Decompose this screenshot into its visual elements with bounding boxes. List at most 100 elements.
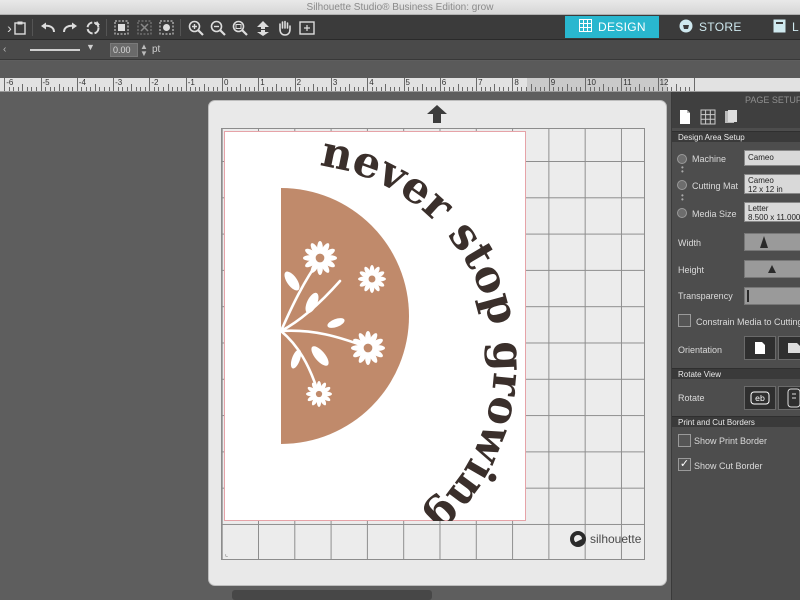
ruler-tick xyxy=(358,87,360,91)
line-style-sample[interactable] xyxy=(30,49,80,51)
compound-path-icon[interactable] xyxy=(157,18,176,37)
slider-thumb-icon[interactable] xyxy=(767,263,777,275)
show-cut-border-checkbox[interactable]: ✓ xyxy=(678,458,691,471)
orientation-landscape-button[interactable] xyxy=(778,336,800,360)
rotate-label: Rotate xyxy=(678,393,705,403)
ruler-tick xyxy=(35,87,37,91)
zoom-out-icon[interactable] xyxy=(208,18,227,37)
ruler-tick xyxy=(448,87,450,91)
redraw-icon[interactable] xyxy=(83,18,102,37)
media-size-select[interactable]: Letter 8.500 x 11.000 in xyxy=(744,202,800,222)
ruler-tick xyxy=(575,87,577,91)
ruler-tick xyxy=(31,87,33,91)
pages-icon[interactable] xyxy=(723,109,739,125)
orientation-label: Orientation xyxy=(678,345,723,355)
undo-icon[interactable] xyxy=(38,18,57,37)
rotate-view-90-icon xyxy=(787,388,800,408)
ruler-tick xyxy=(643,87,645,91)
ruler-tick xyxy=(349,84,351,91)
silhouette-logo-text: silhouette xyxy=(590,532,642,546)
ruler-tick xyxy=(639,84,641,91)
line-weight-input[interactable]: 0.00 xyxy=(110,43,138,57)
height-slider[interactable] xyxy=(744,260,800,278)
ruler-tick xyxy=(131,84,133,91)
ruler-tick xyxy=(317,87,319,91)
media-size-radio[interactable] xyxy=(677,208,687,218)
show-cut-border-label: Show Cut Border xyxy=(694,461,763,471)
horizontal-scrollbar[interactable] xyxy=(232,590,432,600)
ruler-tick xyxy=(276,84,278,91)
ruler-tick xyxy=(94,84,96,91)
ruler-tick xyxy=(135,87,137,91)
ruler-label: 3 xyxy=(332,78,338,87)
window-title-bar: Silhouette Studio® Business Edition: gro… xyxy=(0,0,800,15)
ruler-tick xyxy=(294,78,296,91)
ruler-tick xyxy=(67,87,69,91)
constrain-media-checkbox[interactable] xyxy=(678,314,691,327)
ruler-tick xyxy=(648,87,650,91)
ruler-label: 6 xyxy=(441,78,447,87)
tab-store[interactable]: STORE xyxy=(665,16,755,38)
cutting-mat-radio[interactable] xyxy=(677,180,687,190)
ruler-tick xyxy=(312,84,314,91)
group-icon[interactable] xyxy=(112,18,131,37)
clipboard-icon[interactable] xyxy=(10,18,29,37)
ruler-tick xyxy=(339,87,341,91)
page-setup-icon[interactable] xyxy=(677,109,693,125)
chevron-down-icon[interactable]: ▼ xyxy=(86,42,95,52)
move-down-icon[interactable] xyxy=(253,18,272,37)
silhouette-logo-icon xyxy=(570,531,586,547)
orientation-portrait-button[interactable] xyxy=(744,336,776,360)
ruler-tick xyxy=(226,87,228,91)
ruler-tick xyxy=(485,87,487,91)
machine-select[interactable]: Cameo xyxy=(744,150,800,166)
half-circle-shape[interactable] xyxy=(281,188,409,444)
zoom-fit-icon[interactable] xyxy=(230,18,249,37)
ruler-tick xyxy=(480,87,482,91)
slider-thumb-icon[interactable] xyxy=(759,236,769,248)
transparency-label: Transparency xyxy=(678,291,733,301)
ruler-label: -1 xyxy=(187,78,195,87)
slider-thumb-icon[interactable] xyxy=(745,290,755,302)
line-weight-unit: pt xyxy=(152,44,161,55)
landscape-icon xyxy=(788,343,800,353)
ruler-tick xyxy=(362,87,364,91)
ruler-tick xyxy=(280,87,282,91)
toolbar-gap xyxy=(0,61,800,78)
ruler-tick xyxy=(653,87,655,91)
cutting-mat-select[interactable]: Cameo 12 x 12 in xyxy=(744,174,800,194)
ruler-tick xyxy=(680,87,682,91)
grid-settings-icon[interactable] xyxy=(700,109,716,125)
main-toolbar: › DESIGN STORE L xyxy=(0,15,800,40)
line-weight-stepper[interactable]: ▲ ▼ xyxy=(140,43,148,58)
redo-icon[interactable] xyxy=(60,18,79,37)
rotate-90-button[interactable] xyxy=(778,386,800,410)
pan-hand-icon[interactable] xyxy=(275,18,294,37)
ruler-label: -2 xyxy=(151,78,159,87)
ruler-tick xyxy=(181,87,183,91)
zoom-in-icon[interactable] xyxy=(186,18,205,37)
ruler-tick xyxy=(144,87,146,91)
cutting-mat-size: 12 x 12 in xyxy=(748,185,783,194)
machine-label: Machine xyxy=(692,154,727,164)
ruler-tick xyxy=(421,84,423,91)
ruler-tick xyxy=(45,87,47,91)
ruler-tick xyxy=(684,87,686,91)
show-print-border-checkbox[interactable] xyxy=(678,434,691,447)
grow-design[interactable]: never stop growing xyxy=(224,131,526,521)
ungroup-icon[interactable] xyxy=(135,18,154,37)
ruler-tick xyxy=(625,87,627,91)
transparency-slider[interactable] xyxy=(744,287,800,305)
tab-library[interactable]: LIBRARY xyxy=(759,16,800,38)
ruler-tick xyxy=(689,87,691,91)
ruler-tick xyxy=(585,78,586,91)
fit-page-icon[interactable] xyxy=(297,18,316,37)
rotate-normal-button[interactable]: eb xyxy=(744,386,776,410)
design-area-header: Design Area Setup xyxy=(672,131,800,142)
toolbar-separator xyxy=(32,19,33,36)
tab-design[interactable]: DESIGN xyxy=(565,16,659,38)
rotate-view-header: Rotate View xyxy=(672,368,800,379)
ruler-tick xyxy=(140,87,142,91)
ruler-tick xyxy=(122,87,124,91)
width-slider[interactable] xyxy=(744,233,800,251)
